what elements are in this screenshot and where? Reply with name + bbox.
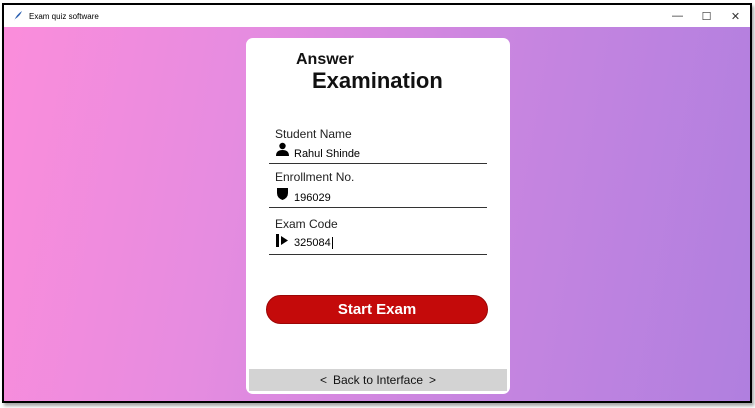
minimize-button[interactable]: — bbox=[663, 5, 692, 27]
exam-code-underline bbox=[269, 254, 487, 255]
window-title: Exam quiz software bbox=[29, 11, 99, 21]
chevron-right-icon: > bbox=[429, 373, 437, 387]
text-cursor bbox=[331, 237, 333, 250]
student-name-underline bbox=[269, 163, 487, 164]
user-icon bbox=[275, 142, 290, 157]
exam-code-field[interactable]: 325084 bbox=[294, 237, 333, 250]
maximize-button[interactable]: ☐ bbox=[692, 5, 721, 27]
shield-icon bbox=[275, 186, 290, 201]
exam-login-card: Answer Examination Student Name Rahul Sh… bbox=[246, 38, 510, 394]
login-arrow-icon bbox=[275, 233, 290, 248]
window-controls: — ☐ ✕ bbox=[663, 5, 750, 27]
enrollment-field[interactable]: 196029 bbox=[294, 192, 331, 204]
app-window: Exam quiz software — ☐ ✕ Answer Examinat… bbox=[2, 3, 752, 403]
back-button-label: Back to Interface bbox=[332, 373, 424, 387]
student-name-label: Student Name bbox=[275, 127, 352, 141]
gradient-background: Answer Examination Student Name Rahul Sh… bbox=[4, 27, 750, 401]
title-bar: Exam quiz software — ☐ ✕ bbox=[4, 5, 750, 27]
exam-code-value: 325084 bbox=[294, 237, 331, 249]
chevron-left-icon: < bbox=[319, 373, 327, 387]
back-to-interface-button[interactable]: < Back to Interface > bbox=[249, 369, 507, 391]
feather-icon bbox=[12, 10, 24, 22]
enrollment-underline bbox=[269, 207, 487, 208]
heading-answer: Answer bbox=[296, 51, 354, 68]
exam-code-label: Exam Code bbox=[275, 217, 338, 231]
enrollment-label: Enrollment No. bbox=[275, 170, 355, 184]
heading-examination: Examination bbox=[312, 68, 443, 93]
student-name-field[interactable]: Rahul Shinde bbox=[294, 148, 360, 160]
close-button[interactable]: ✕ bbox=[721, 5, 750, 27]
start-exam-button[interactable]: Start Exam bbox=[266, 295, 488, 324]
